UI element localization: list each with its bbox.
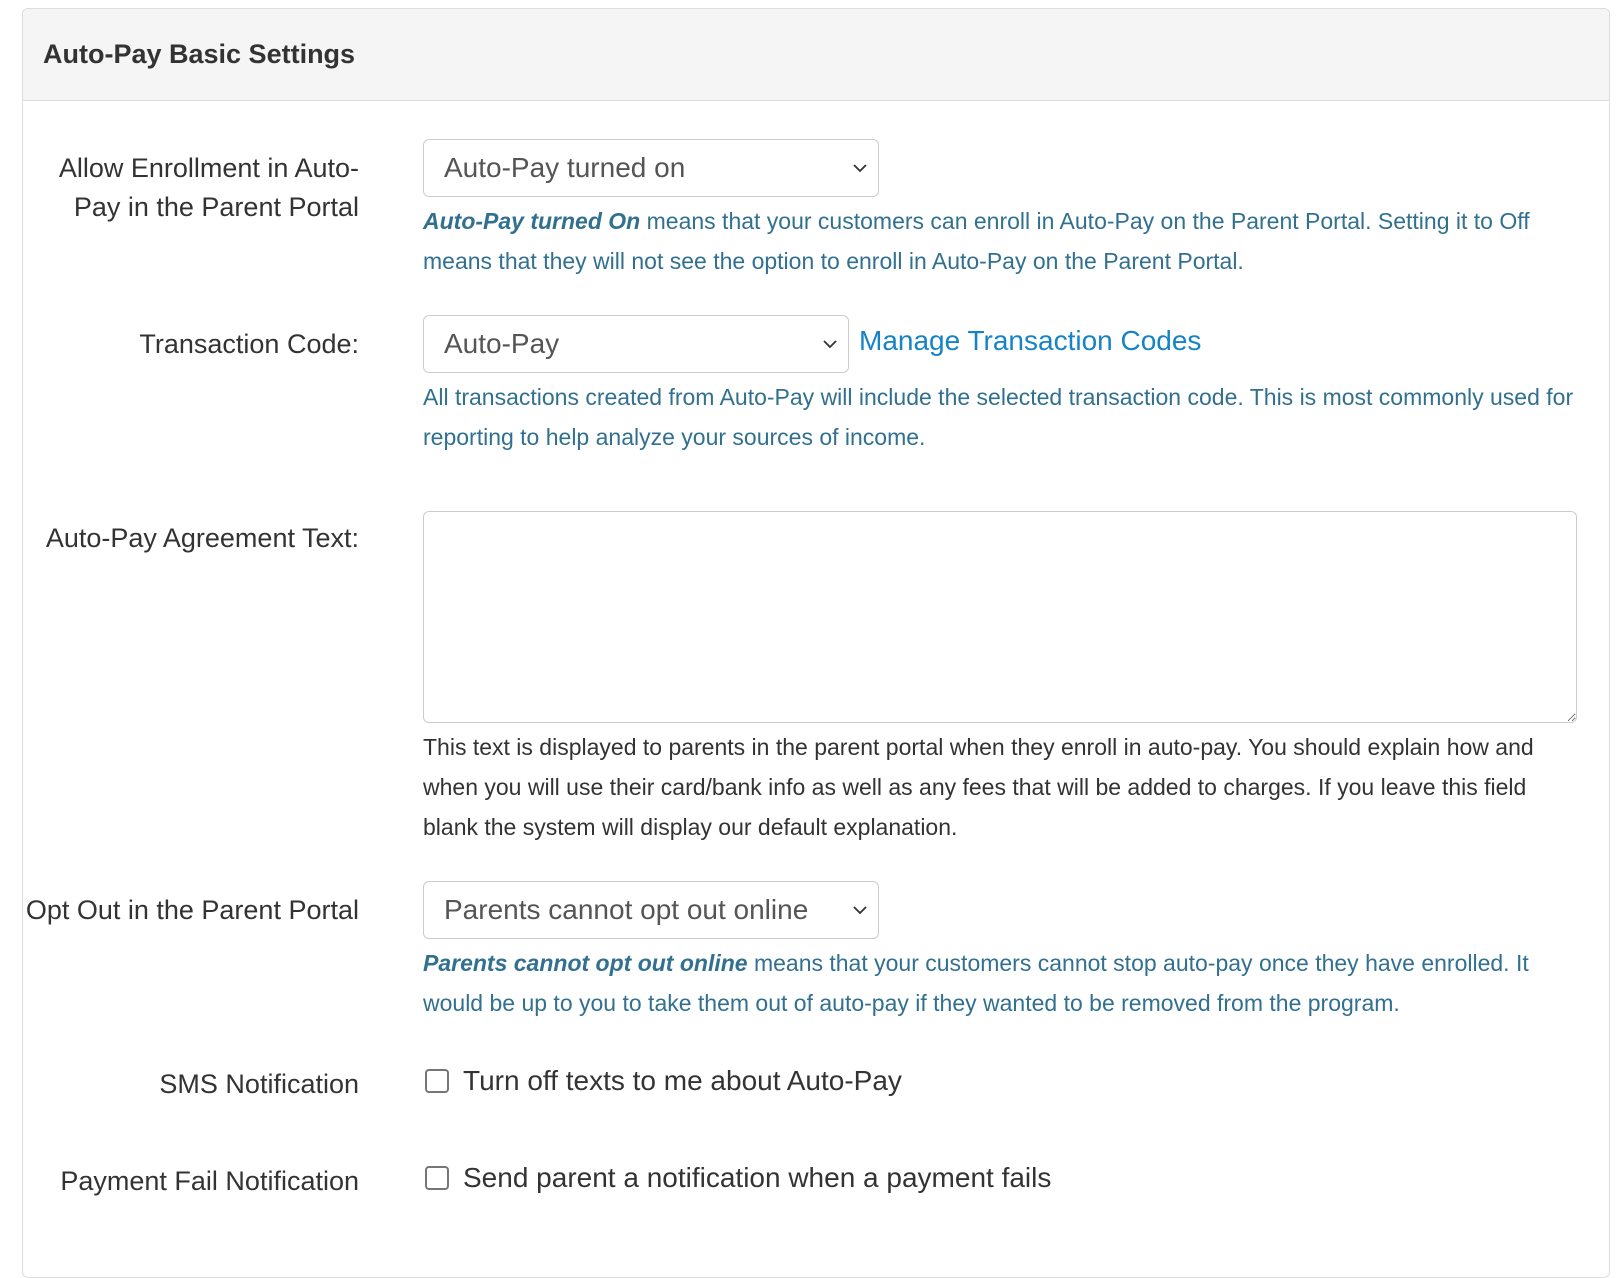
opt-out-label: Opt Out in the Parent Portal: [25, 895, 359, 925]
transaction-code-select-value: Auto-Pay: [444, 328, 560, 359]
agreement-textarea[interactable]: [423, 511, 1577, 723]
opt-out-help-emphasis: Parents cannot opt out online: [423, 950, 748, 976]
auto-pay-settings-panel: Auto-Pay Basic Settings Allow Enrollment…: [22, 8, 1610, 1278]
transaction-code-select[interactable]: Auto-Pay: [423, 315, 849, 373]
opt-out-select-value: Parents cannot opt out online: [444, 894, 809, 925]
sms-checkbox-label[interactable]: Turn off texts to me about Auto-Pay: [423, 1065, 1577, 1097]
agreement-help: This text is displayed to parents in the…: [423, 734, 1534, 840]
transaction-code-help: All transactions created from Auto-Pay w…: [423, 384, 1574, 450]
payment-fail-label: Payment Fail Notification: [60, 1166, 359, 1196]
sms-checkbox[interactable]: [425, 1069, 449, 1093]
chevron-down-icon: [853, 906, 867, 915]
chevron-down-icon: [823, 340, 837, 349]
payment-fail-checkbox-label[interactable]: Send parent a notification when a paymen…: [423, 1162, 1577, 1194]
sms-label: SMS Notification: [159, 1069, 359, 1099]
enrollment-label: Allow Enrollment in Auto-Pay in the Pare…: [58, 153, 359, 222]
agreement-label: Auto-Pay Agreement Text:: [45, 523, 359, 553]
manage-transaction-codes-link[interactable]: Manage Transaction Codes: [859, 325, 1201, 357]
chevron-down-icon: [853, 164, 867, 173]
enrollment-help: Auto-Pay turned On means that your custo…: [423, 201, 1577, 281]
opt-out-help: Parents cannot opt out online means that…: [423, 943, 1577, 1023]
enrollment-select-value: Auto-Pay turned on: [444, 152, 686, 183]
payment-fail-checkbox[interactable]: [425, 1166, 449, 1190]
payment-fail-checkbox-text: Send parent a notification when a paymen…: [463, 1162, 1052, 1193]
enrollment-select[interactable]: Auto-Pay turned on: [423, 139, 879, 197]
panel-title: Auto-Pay Basic Settings: [23, 9, 1609, 101]
transaction-code-label: Transaction Code:: [139, 329, 359, 359]
opt-out-select[interactable]: Parents cannot opt out online: [423, 881, 879, 939]
enrollment-help-emphasis: Auto-Pay turned On: [423, 208, 641, 234]
sms-checkbox-text: Turn off texts to me about Auto-Pay: [463, 1065, 902, 1096]
